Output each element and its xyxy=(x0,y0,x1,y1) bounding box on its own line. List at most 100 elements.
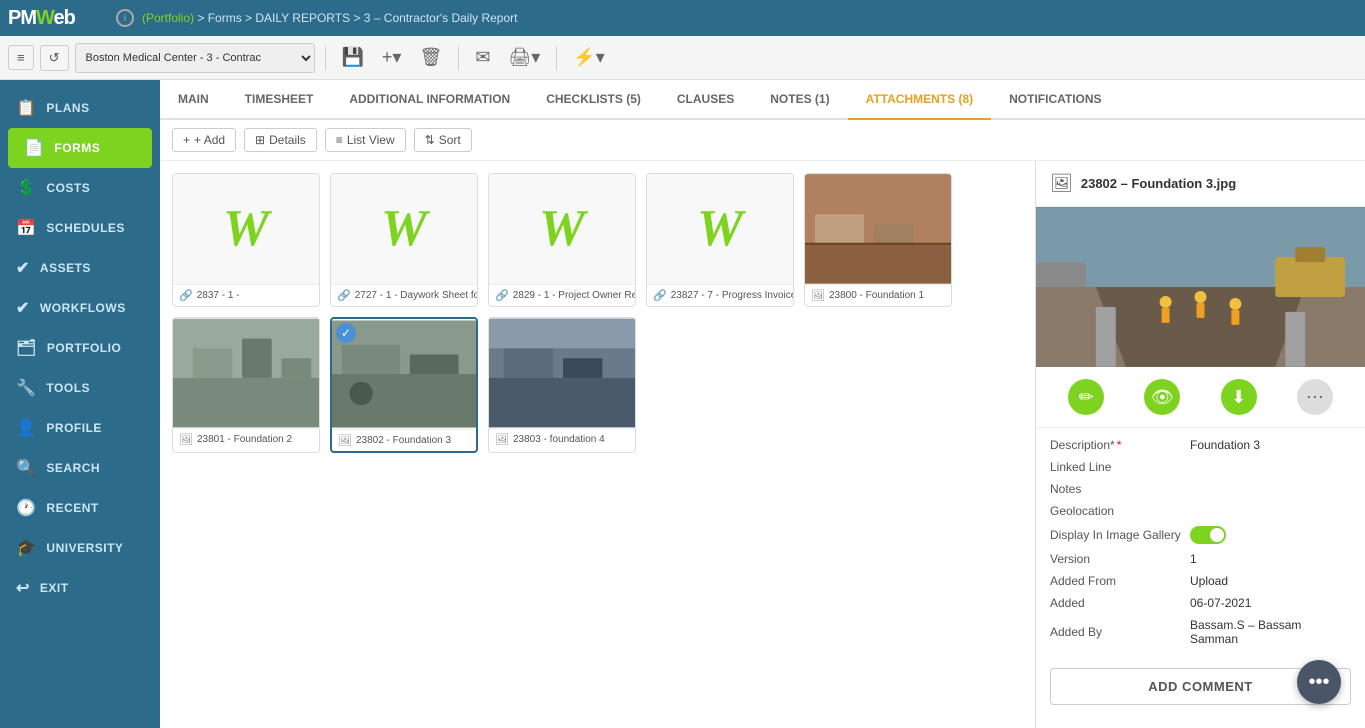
details-btn[interactable]: ⊞ Details xyxy=(244,128,317,152)
content-area: MAIN TIMESHEET ADDITIONAL INFORMATION CH… xyxy=(160,80,1365,728)
thumb-card-4[interactable]: W 🔗 23827 - 7 - Progress Invoice... xyxy=(646,173,794,307)
tab-checklists[interactable]: CHECKLISTS (5) xyxy=(528,80,659,120)
print-btn[interactable]: 🖨▾ xyxy=(502,45,546,70)
img-icon-8: 🖼 xyxy=(495,433,509,446)
sidebar-item-forms[interactable]: 📄 FORMS xyxy=(8,128,152,168)
delete-btn[interactable]: 🗑 xyxy=(413,45,448,70)
linked-line-label: Linked Line xyxy=(1050,460,1190,474)
field-added: Added 06-07-2021 xyxy=(1050,596,1351,610)
more-action-btn[interactable]: ⋯ xyxy=(1297,379,1333,415)
tab-notes[interactable]: NOTES (1) xyxy=(752,80,847,120)
sidebar-item-university[interactable]: 🎓 UNIVERSITY xyxy=(0,528,160,568)
costs-icon: 💲 xyxy=(16,178,36,198)
edit-action-btn[interactable]: ✏ xyxy=(1068,379,1104,415)
sidebar-label-schedules: SCHEDULES xyxy=(46,221,125,235)
view-action-btn[interactable]: 👁 xyxy=(1144,379,1180,415)
thumb-card-8[interactable]: 🖼 23803 - foundation 4 xyxy=(488,317,636,453)
thumb-label-6: 🖼 23801 - Foundation 2 xyxy=(173,428,319,450)
display-gallery-label: Display In Image Gallery xyxy=(1050,528,1190,542)
version-value: 1 xyxy=(1190,552,1197,566)
w-logo-2: W xyxy=(381,203,427,255)
list-view-btn[interactable]: ≡ List View xyxy=(325,128,406,152)
tab-timesheet[interactable]: TIMESHEET xyxy=(227,80,332,120)
detail-fields: Description* Foundation 3 Linked Line No… xyxy=(1036,428,1365,656)
w-logo-1: W xyxy=(223,203,269,255)
record-selector[interactable]: Boston Medical Center - 3 - Contrac xyxy=(75,43,315,73)
field-geolocation: Geolocation xyxy=(1050,504,1351,518)
thumb-label-7: 🖼 23802 - Foundation 3 xyxy=(332,429,476,451)
workflows-icon: ✔ xyxy=(16,298,30,318)
thumb-label-2: 🔗 2727 - 1 - Daywork Sheet fo... xyxy=(331,284,477,306)
sidebar-label-profile: PROFILE xyxy=(46,421,102,435)
thumb-label-1: 🔗 2837 - 1 - xyxy=(173,284,319,306)
sidebar-item-portfolio[interactable]: 🗂 PORTFOLIO xyxy=(0,328,160,368)
lightning-btn[interactable]: ⚡▾ xyxy=(567,45,610,70)
thumb-card-5[interactable]: 🖼 23800 - Foundation 1 xyxy=(804,173,952,307)
thumb-card-6[interactable]: 🖼 23801 - Foundation 2 xyxy=(172,317,320,453)
gallery-grid: W 🔗 2837 - 1 - W 🔗 2727 - 1 - Daywork Sh… xyxy=(160,161,1035,728)
link-icon-2: 🔗 xyxy=(337,289,351,302)
add-attachment-btn[interactable]: + + Add xyxy=(172,128,236,152)
thumb-card-3[interactable]: W 🔗 2829 - 1 - Project Owner Re... xyxy=(488,173,636,307)
thumb-img-2: W xyxy=(331,174,477,284)
sidebar-label-recent: RECENT xyxy=(46,501,98,515)
thumb-card-1[interactable]: W 🔗 2837 - 1 - xyxy=(172,173,320,307)
sidebar-item-plans[interactable]: 📋 PLANS xyxy=(0,88,160,128)
tab-notifications[interactable]: NOTIFICATIONS xyxy=(991,80,1119,120)
w-logo-3: W xyxy=(539,203,585,255)
img-icon-7: 🖼 xyxy=(338,434,352,447)
fab-btn[interactable]: ••• xyxy=(1297,660,1341,704)
sidebar-label-search: SEARCH xyxy=(46,461,100,475)
add-btn[interactable]: +▾ xyxy=(376,45,408,70)
sidebar-item-schedules[interactable]: 📅 SCHEDULES xyxy=(0,208,160,248)
info-icon[interactable]: i xyxy=(116,9,134,27)
logo-text: PMWeb xyxy=(8,7,75,30)
sort-btn[interactable]: ⇅ Sort xyxy=(414,128,472,152)
sidebar-item-exit[interactable]: ↩ EXIT xyxy=(0,568,160,608)
added-by-value: Bassam.S – Bassam Samman xyxy=(1190,618,1351,646)
link-icon-1: 🔗 xyxy=(179,289,193,302)
fab-icon: ••• xyxy=(1308,671,1329,694)
sidebar-item-profile[interactable]: 👤 PROFILE xyxy=(0,408,160,448)
portfolio-link[interactable]: (Portfolio) xyxy=(142,11,194,25)
sidebar: 📋 PLANS 📄 FORMS 💲 COSTS 📅 SCHEDULES ✔ AS… xyxy=(0,80,160,728)
sidebar-item-tools[interactable]: 🔧 TOOLS xyxy=(0,368,160,408)
sidebar-label-exit: EXIT xyxy=(40,581,69,595)
added-from-value: Upload xyxy=(1190,574,1228,588)
email-btn[interactable]: ✉ xyxy=(469,45,496,70)
field-display-gallery: Display In Image Gallery xyxy=(1050,526,1351,544)
sidebar-item-costs[interactable]: 💲 COSTS xyxy=(0,168,160,208)
save-btn[interactable]: 💾 xyxy=(336,45,370,70)
tab-main[interactable]: MAIN xyxy=(160,80,227,120)
file-type-icon: 🖼 xyxy=(1050,173,1073,194)
notes-label: Notes xyxy=(1050,482,1190,496)
tab-attachments[interactable]: ATTACHMENTS (8) xyxy=(848,80,992,120)
details-icon: ⊞ xyxy=(255,133,265,147)
detail-header: 🖼 23802 – Foundation 3.jpg xyxy=(1036,161,1365,207)
sidebar-item-workflows[interactable]: ✔ WORKFLOWS xyxy=(0,288,160,328)
tab-additional[interactable]: ADDITIONAL INFORMATION xyxy=(331,80,528,120)
download-action-btn[interactable]: ⬇ xyxy=(1221,379,1257,415)
thumb-card-2[interactable]: W 🔗 2727 - 1 - Daywork Sheet fo... xyxy=(330,173,478,307)
sidebar-item-assets[interactable]: ✔ ASSETS xyxy=(0,248,160,288)
sidebar-item-recent[interactable]: 🕐 RECENT xyxy=(0,488,160,528)
thumb-img-7: ✓ xyxy=(332,319,476,429)
list-view-btn[interactable]: ≡ xyxy=(8,45,34,70)
thumb-label-3: 🔗 2829 - 1 - Project Owner Re... xyxy=(489,284,635,306)
thumb-card-7[interactable]: ✓ 🖼 23802 - Foundation 3 xyxy=(330,317,478,453)
logo: PMWeb xyxy=(8,4,108,32)
thumb-img-8 xyxy=(489,318,635,428)
tab-clauses[interactable]: CLAUSES xyxy=(659,80,752,120)
thumb-img-3: W xyxy=(489,174,635,284)
recent-icon: 🕐 xyxy=(16,498,36,518)
sidebar-label-plans: PLANS xyxy=(46,101,89,115)
sidebar-label-forms: FORMS xyxy=(54,141,100,155)
display-gallery-toggle[interactable] xyxy=(1190,526,1226,544)
history-btn[interactable]: ↺ xyxy=(40,45,69,71)
img-icon-6: 🖼 xyxy=(179,433,193,446)
assets-icon: ✔ xyxy=(16,258,30,278)
sort-icon: ⇅ xyxy=(425,133,435,147)
add-label: + Add xyxy=(194,133,225,147)
sidebar-item-search[interactable]: 🔍 SEARCH xyxy=(0,448,160,488)
details-label: Details xyxy=(269,133,306,147)
